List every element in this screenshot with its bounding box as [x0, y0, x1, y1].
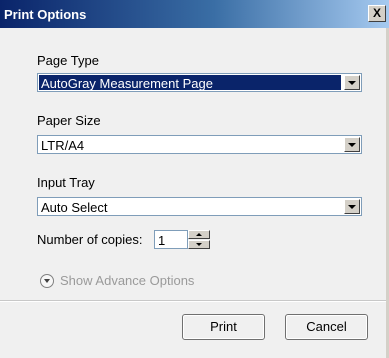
chevron-down-icon[interactable]	[344, 199, 360, 214]
chevron-down-icon[interactable]	[344, 137, 360, 152]
page-type-value: AutoGray Measurement Page	[41, 76, 213, 91]
cancel-button[interactable]: Cancel	[285, 314, 368, 340]
increment-arrow-icon[interactable]	[188, 230, 210, 239]
input-tray-label: Input Tray	[37, 175, 95, 190]
title-bar[interactable]: Print Options X	[0, 0, 389, 28]
decrement-arrow-icon[interactable]	[188, 240, 210, 249]
page-type-select[interactable]: AutoGray Measurement Page	[37, 73, 362, 92]
paper-size-label: Paper Size	[37, 113, 101, 128]
print-button[interactable]: Print	[182, 314, 265, 340]
page-type-label: Page Type	[37, 53, 99, 68]
chevron-down-icon[interactable]	[344, 75, 360, 90]
divider	[0, 300, 386, 302]
print-options-dialog: Print Options X Page Type AutoGray Measu…	[0, 0, 389, 358]
show-advanced-label: Show Advance Options	[60, 273, 195, 288]
input-tray-value: Auto Select	[41, 200, 108, 215]
copies-label: Number of copies:	[37, 232, 143, 247]
dialog-title: Print Options	[4, 7, 87, 22]
copies-input[interactable]: 1	[154, 230, 188, 249]
paper-size-value: LTR/A4	[41, 138, 85, 153]
input-tray-select[interactable]: Auto Select	[37, 197, 362, 216]
close-button[interactable]: X	[368, 5, 386, 22]
paper-size-select[interactable]: LTR/A4	[37, 135, 362, 154]
copies-value: 1	[158, 233, 166, 248]
expand-circle-icon	[40, 273, 54, 288]
copies-stepper[interactable]	[188, 230, 210, 249]
dialog-body: Page Type AutoGray Measurement Page Pape…	[0, 28, 389, 358]
show-advanced-toggle[interactable]: Show Advance Options	[40, 273, 194, 288]
